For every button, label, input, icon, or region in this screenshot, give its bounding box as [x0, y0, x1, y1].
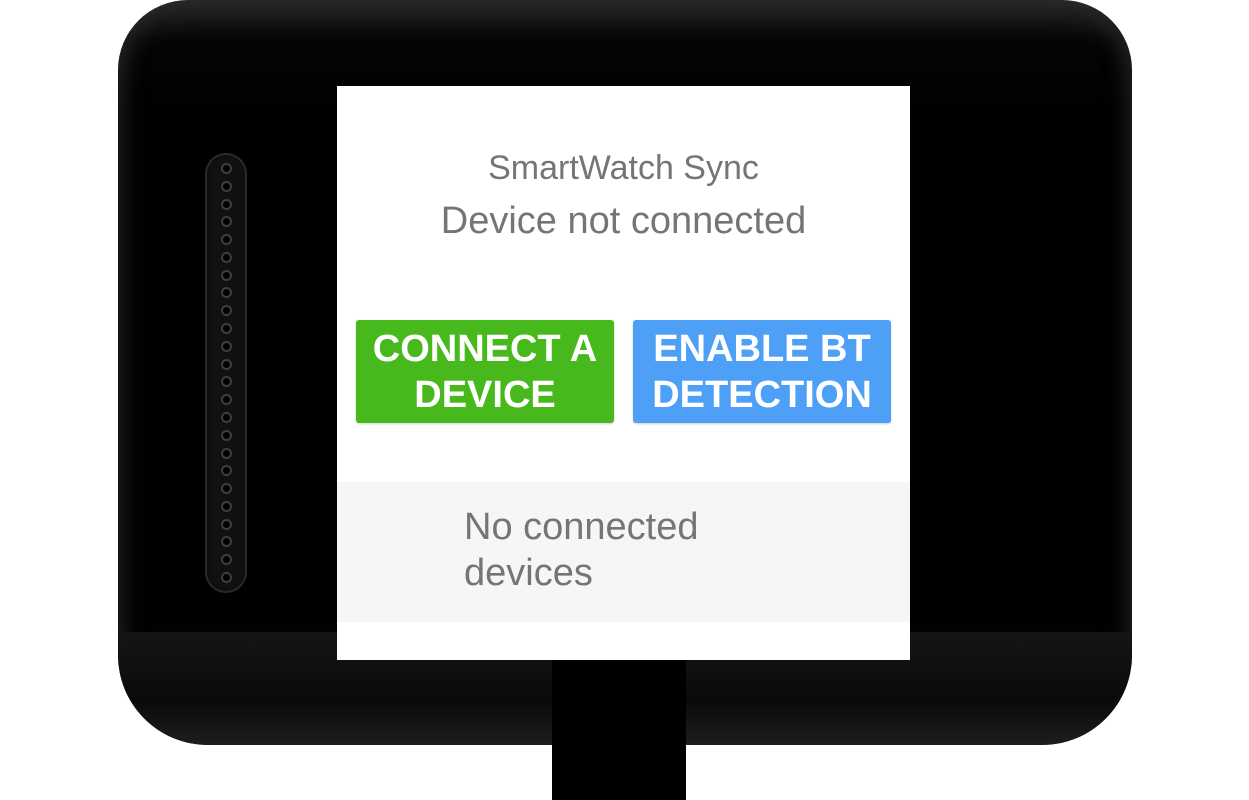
- app-title: SmartWatch Sync: [488, 149, 759, 187]
- watch-strap: [552, 660, 686, 800]
- no-devices-message: No connected devices: [464, 506, 699, 594]
- speaker-grille: [205, 153, 247, 593]
- connect-device-button[interactable]: CONNECT A DEVICE: [356, 320, 614, 423]
- enable-bt-detection-button[interactable]: ENABLE BT DETECTION: [633, 320, 891, 423]
- connection-status: Device not connected: [440, 200, 807, 242]
- watch-screen: SmartWatch Sync Device not connected CON…: [337, 86, 910, 660]
- connected-devices-list: No connected devices: [337, 482, 910, 622]
- speaker-holes: [218, 163, 234, 583]
- watch-frame-scene: SmartWatch Sync Device not connected CON…: [0, 0, 1249, 800]
